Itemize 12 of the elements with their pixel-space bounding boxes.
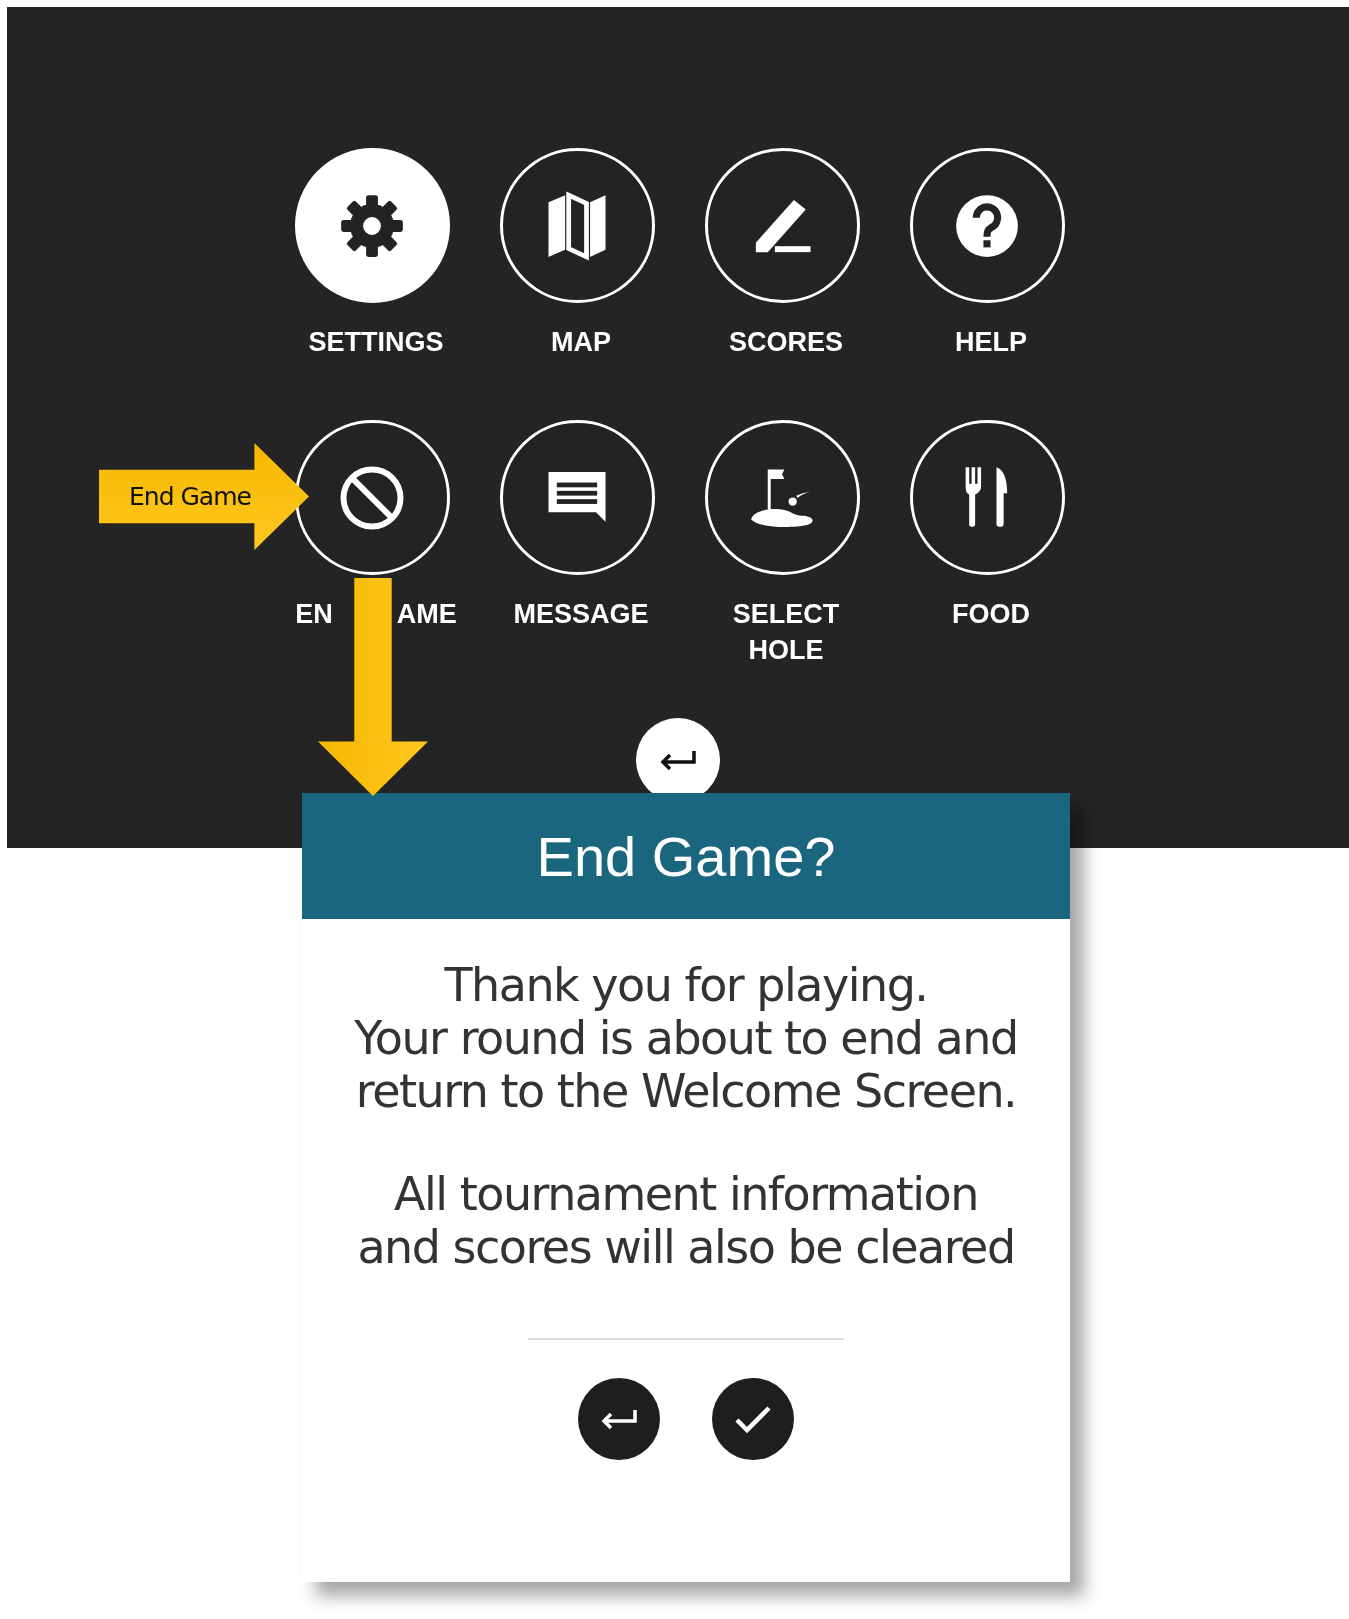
dialog-message: Thank you for playing. Your round is about to end and return to the Welcome Screen.: [354, 959, 1018, 1118]
menu-label: SETTINGS: [308, 326, 444, 359]
menu-label: MESSAGE: [513, 598, 649, 631]
menu-label: EN: [295, 598, 333, 631]
menu-label: HELP: [955, 326, 1027, 359]
dialog-message: All tournament information and scores will also be cleared: [357, 1168, 1015, 1274]
menu-label: AME: [396, 598, 457, 631]
menu-label: SELECT HOLE: [731, 598, 841, 667]
dialog-title: End Game?: [536, 823, 836, 889]
menu-label: FOOD: [952, 598, 1030, 631]
menu-label: MAP: [551, 326, 611, 359]
menu-label: SCORES: [729, 326, 843, 359]
